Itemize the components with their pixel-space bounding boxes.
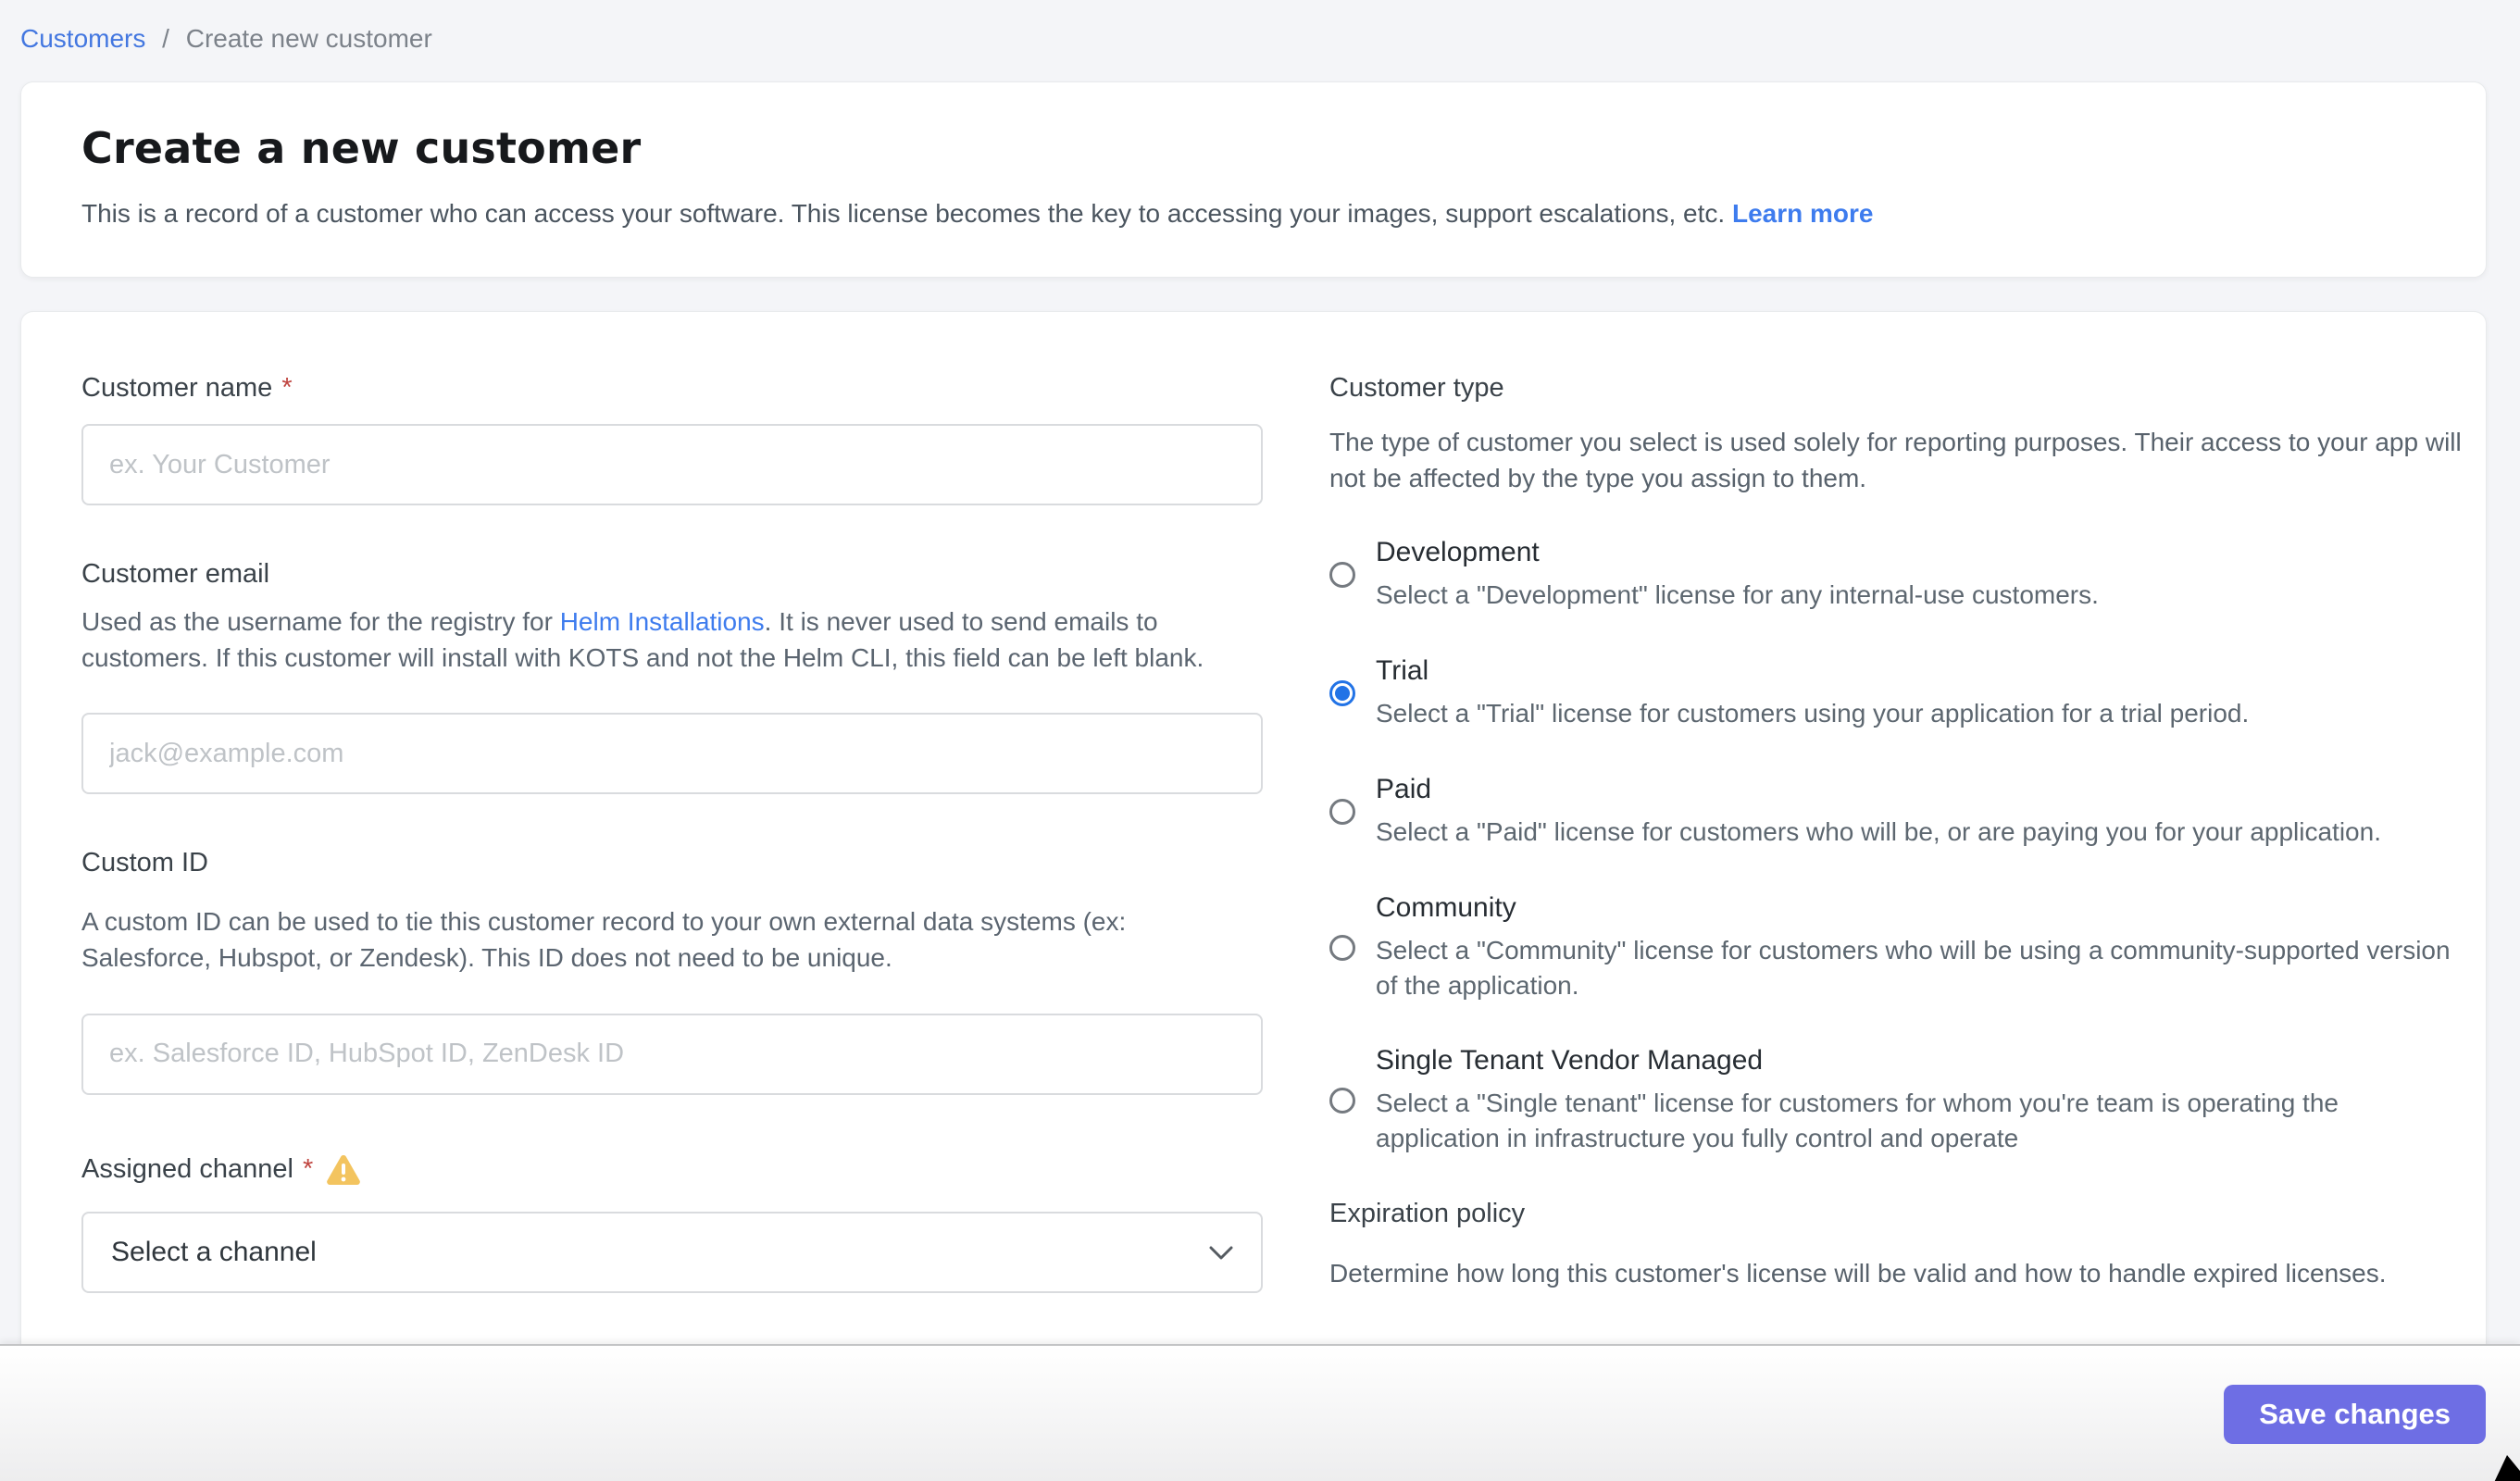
expiration-policy-description: Determine how long this customer's licen… [1329,1255,2466,1291]
customer-type-heading: Customer type [1329,373,2466,404]
breadcrumb-separator: / [162,24,169,53]
radio-button[interactable] [1329,1088,1355,1114]
option-description: Select a "Development" license for any i… [1376,578,2099,613]
customer-email-field-group: Customer email Used as the username for … [81,559,1263,794]
required-asterisk: * [281,373,292,404]
customer-name-label: Customer name * [81,373,1263,404]
option-text: Trial Select a "Trial" license for custo… [1376,655,2249,731]
custom-id-label-text: Custom ID [81,848,208,878]
customer-name-label-text: Customer name [81,373,272,404]
customer-email-label: Customer email [81,559,1263,590]
save-changes-button[interactable]: Save changes [2224,1385,2486,1444]
customer-type-option[interactable]: Single Tenant Vendor Managed Select a "S… [1329,1045,2466,1156]
create-customer-form-card: Customer name * Customer email Used as t… [20,311,2487,1440]
page-description: This is a record of a customer who can a… [81,199,2430,229]
customer-name-input[interactable] [81,424,1263,505]
learn-more-link[interactable]: Learn more [1732,199,1874,228]
option-title: Trial [1376,655,2249,687]
option-text: Single Tenant Vendor Managed Select a "S… [1376,1045,2466,1156]
form-footer: Save changes [0,1344,2520,1481]
custom-id-field-group: Custom ID A custom ID can be used to tie… [81,848,1263,1094]
helm-installations-link[interactable]: Helm Installations [560,607,765,636]
assigned-channel-label: Assigned channel * [81,1154,1263,1186]
assigned-channel-label-text: Assigned channel [81,1154,293,1185]
option-title: Development [1376,537,2099,568]
custom-id-label: Custom ID [81,848,1263,878]
radio-button[interactable] [1329,799,1355,825]
assigned-channel-field-group: Assigned channel * Select a channel [81,1154,1263,1293]
assigned-channel-value: Select a channel [111,1237,317,1268]
option-description: Select a "Community" license for custome… [1376,933,2466,1003]
customer-email-help: Used as the username for the registry fo… [81,604,1263,676]
breadcrumb-customers-link[interactable]: Customers [20,24,145,53]
email-help-before: Used as the username for the registry fo… [81,607,560,636]
customer-type-option[interactable]: Trial Select a "Trial" license for custo… [1329,655,2466,731]
option-text: Paid Select a "Paid" license for custome… [1376,774,2381,850]
customer-email-input[interactable] [81,713,1263,794]
customer-type-option[interactable]: Community Select a "Community" license f… [1329,892,2466,1003]
customer-type-description: The type of customer you select is used … [1329,424,2466,496]
form-right-column: Customer type The type of customer you s… [1329,373,2466,1291]
customer-type-option[interactable]: Paid Select a "Paid" license for custome… [1329,774,2466,850]
option-title: Community [1376,892,2466,924]
option-text: Community Select a "Community" license f… [1376,892,2466,1003]
option-title: Paid [1376,774,2381,805]
expiration-policy-section: Expiration policy Determine how long thi… [1329,1199,2466,1291]
customer-name-field-group: Customer name * [81,373,1263,505]
option-description: Select a "Single tenant" license for cus… [1376,1086,2466,1156]
form-left-column: Customer name * Customer email Used as t… [81,373,1263,1293]
page-header-card: Create a new customer This is a record o… [20,81,2487,278]
custom-id-input[interactable] [81,1014,1263,1095]
option-text: Development Select a "Development" licen… [1376,537,2099,613]
customer-email-label-text: Customer email [81,559,269,590]
breadcrumb-current: Create new customer [186,24,432,53]
customer-type-option[interactable]: Development Select a "Development" licen… [1329,537,2466,613]
assigned-channel-select[interactable]: Select a channel [81,1212,1263,1293]
required-asterisk: * [303,1154,313,1185]
option-description: Select a "Paid" license for customers wh… [1376,815,2381,850]
customer-type-options: Development Select a "Development" licen… [1329,537,2466,1156]
radio-button[interactable] [1329,562,1355,588]
option-title: Single Tenant Vendor Managed [1376,1045,2466,1077]
expiration-policy-heading: Expiration policy [1329,1199,2466,1229]
custom-id-help: A custom ID can be used to tie this cust… [81,904,1263,976]
breadcrumb: Customers / Create new customer [0,0,2520,54]
chevron-down-icon [1209,1237,1233,1268]
option-description: Select a "Trial" license for customers u… [1376,696,2249,731]
radio-button[interactable] [1329,680,1355,706]
radio-button[interactable] [1329,935,1355,961]
warning-icon [326,1154,361,1186]
page-title: Create a new customer [81,123,2430,173]
page-description-text: This is a record of a customer who can a… [81,199,1725,228]
